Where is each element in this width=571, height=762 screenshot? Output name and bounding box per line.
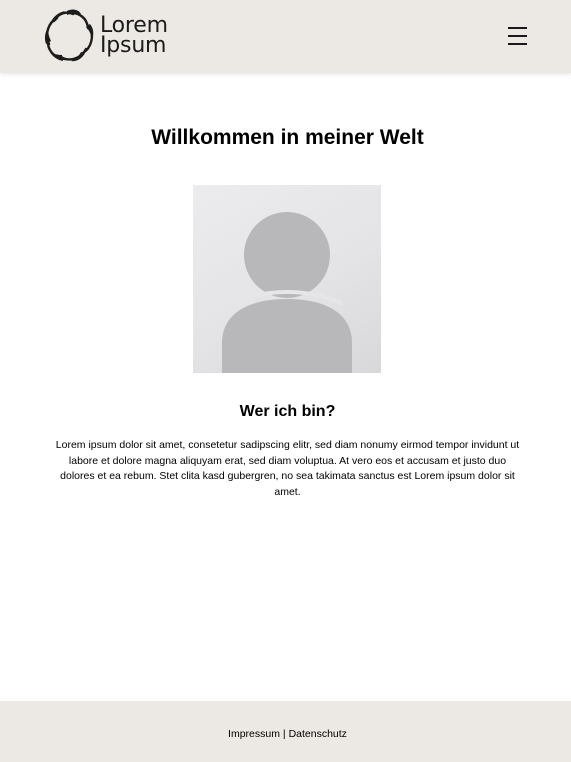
user-placeholder-icon <box>222 212 352 373</box>
hamburger-menu-icon <box>508 26 527 29</box>
profile-image <box>193 185 381 373</box>
logo-line-2: Ipsum <box>100 33 167 58</box>
menu-button[interactable] <box>508 26 528 45</box>
bio-text: Lorem ipsum dolor sit amet, consetetur s… <box>55 439 520 498</box>
impressum-link[interactable]: Impressum <box>228 728 280 740</box>
datenschutz-link[interactable]: Datenschutz <box>289 728 347 740</box>
logo-icon <box>44 9 94 62</box>
logo-link[interactable]: Lorem Ipsum <box>43 8 168 64</box>
logo-text: Lorem Ipsum <box>100 15 168 58</box>
section-heading: Wer ich bin? <box>239 403 336 420</box>
page: Lorem Ipsum Willkommen in meiner Welt We… <box>0 0 571 762</box>
footer-separator: | <box>282 728 286 740</box>
footer-links: Impressum | Datenschutz <box>0 728 571 740</box>
site-footer: Impressum | Datenschutz <box>0 701 571 762</box>
site-header: Lorem Ipsum <box>0 0 571 73</box>
page-title: Willkommen in meiner Welt <box>151 126 424 149</box>
